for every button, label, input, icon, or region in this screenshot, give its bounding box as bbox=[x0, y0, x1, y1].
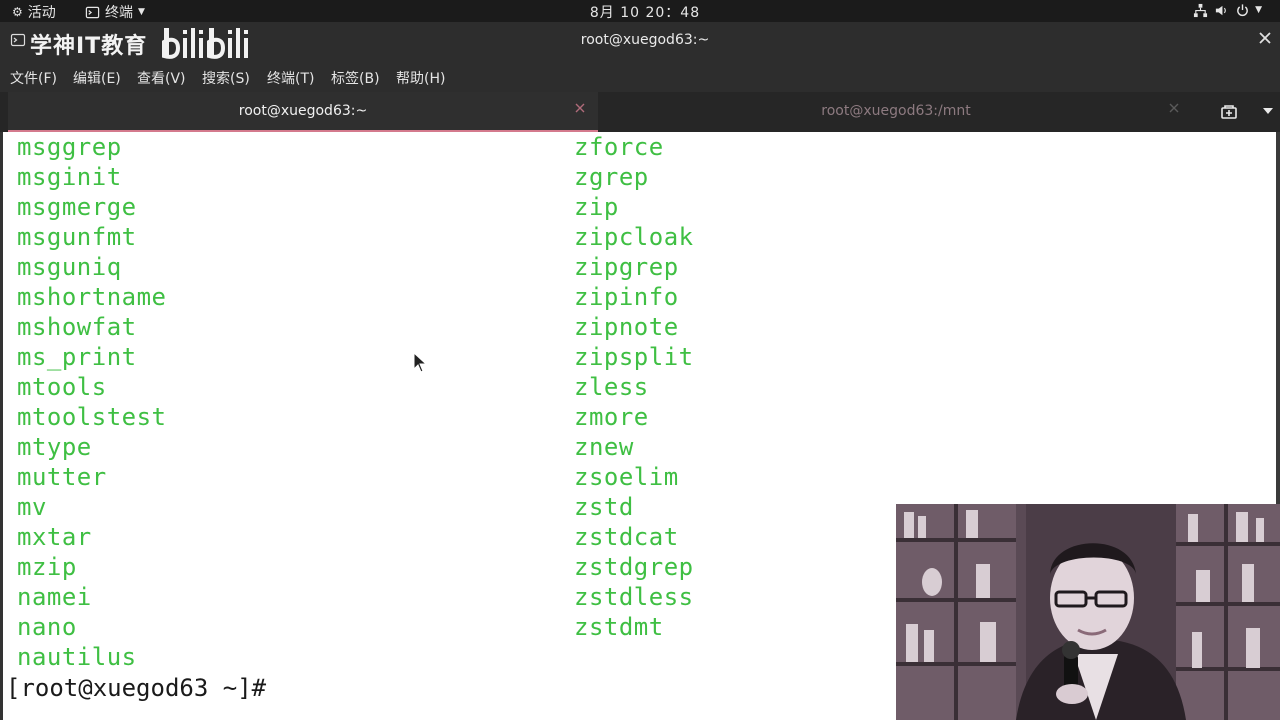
completion-item: zipnote bbox=[574, 313, 679, 341]
completion-item: mxtar bbox=[17, 523, 92, 551]
window-titlebar[interactable]: 学神IT教育 root@xuegod63:~ bbox=[0, 22, 1280, 62]
completion-item: nautilus bbox=[17, 643, 137, 671]
network-icon bbox=[1192, 2, 1208, 18]
completion-item: zstdcat bbox=[574, 523, 679, 551]
completion-item: zip bbox=[574, 193, 619, 221]
completion-item: mshowfat bbox=[17, 313, 137, 341]
presenter-webcam-overlay bbox=[896, 504, 1280, 720]
completion-item: zless bbox=[574, 373, 649, 401]
completion-item: ms_print bbox=[17, 343, 137, 371]
completion-item: zstd bbox=[574, 493, 634, 521]
menu-search[interactable]: 搜索(S) bbox=[202, 68, 250, 88]
completion-column-right: zforce zgrep zip zipcloak zipgrep zipinf… bbox=[574, 132, 694, 642]
completion-item: msguniq bbox=[17, 253, 122, 281]
tab-label: root@xuegod63:/mnt bbox=[821, 103, 971, 119]
completion-item: mv bbox=[17, 493, 47, 521]
new-tab-icon[interactable] bbox=[1218, 101, 1240, 123]
completion-item: znew bbox=[574, 433, 634, 461]
menu-help[interactable]: 帮助(H) bbox=[396, 68, 445, 88]
completion-item: mtype bbox=[17, 433, 92, 461]
chevron-down-icon: ▼ bbox=[1255, 5, 1262, 15]
menu-tabs[interactable]: 标签(B) bbox=[331, 68, 380, 88]
system-tray[interactable]: ▼ bbox=[1192, 2, 1262, 18]
completion-item: nano bbox=[17, 613, 77, 641]
tab-label: root@xuegod63:~ bbox=[238, 103, 368, 119]
completion-item: mutter bbox=[17, 463, 107, 491]
completion-item: mtools bbox=[17, 373, 107, 401]
volume-icon bbox=[1213, 2, 1229, 18]
mouse-pointer-icon bbox=[413, 352, 427, 373]
tab-mnt[interactable]: root@xuegod63:/mnt bbox=[600, 92, 1192, 130]
completion-item: msgunfmt bbox=[17, 223, 137, 251]
system-top-bar: ⚙ 活动 终端 ▼ 8月 10 20：48 ▼ bbox=[0, 0, 1280, 22]
power-icon bbox=[1234, 2, 1250, 18]
completion-item: mshortname bbox=[17, 283, 167, 311]
completion-item: zmore bbox=[574, 403, 649, 431]
close-window-icon[interactable] bbox=[1258, 31, 1272, 45]
completion-item: mtoolstest bbox=[17, 403, 167, 431]
clock[interactable]: 8月 10 20：48 bbox=[0, 2, 1280, 22]
close-tab-icon[interactable] bbox=[574, 102, 586, 114]
completion-item: mzip bbox=[17, 553, 77, 581]
tab-home[interactable]: root@xuegod63:~ bbox=[8, 92, 598, 132]
menu-edit[interactable]: 编辑(E) bbox=[73, 68, 121, 88]
completion-item: zgrep bbox=[574, 163, 649, 191]
completion-item: zsoelim bbox=[574, 463, 679, 491]
clock-label: 8月 10 20：48 bbox=[589, 5, 701, 21]
shell-prompt[interactable]: [root@xuegod63 ~]# bbox=[6, 673, 266, 703]
completion-item: msgmerge bbox=[17, 193, 137, 221]
close-tab-icon[interactable] bbox=[1168, 102, 1180, 114]
menu-file[interactable]: 文件(F) bbox=[10, 68, 57, 88]
presenter-video-image bbox=[896, 504, 1280, 720]
window-title: root@xuegod63:~ bbox=[580, 32, 710, 48]
menu-terminal[interactable]: 终端(T) bbox=[267, 68, 314, 88]
completion-item: zipcloak bbox=[574, 223, 694, 251]
completion-item: zforce bbox=[574, 133, 664, 161]
tab-strip: root@xuegod63:~ root@xuegod63:/mnt bbox=[0, 92, 1280, 132]
menu-bar: 文件(F) 编辑(E) 查看(V) 搜索(S) 终端(T) 标签(B) 帮助(H… bbox=[0, 62, 1280, 92]
completion-item: namei bbox=[17, 583, 92, 611]
completion-column-left: msggrep msginit msgmerge msgunfmt msguni… bbox=[17, 132, 167, 672]
completion-item: zipsplit bbox=[574, 343, 694, 371]
tab-list-chevron-icon[interactable] bbox=[1262, 106, 1274, 116]
completion-item: zstdless bbox=[574, 583, 694, 611]
completion-item: zipinfo bbox=[574, 283, 679, 311]
scrollbar[interactable] bbox=[1276, 132, 1280, 504]
menu-view[interactable]: 查看(V) bbox=[137, 68, 186, 88]
completion-item: zipgrep bbox=[574, 253, 679, 281]
completion-item: zstdgrep bbox=[574, 553, 694, 581]
completion-item: msggrep bbox=[17, 133, 122, 161]
completion-item: msginit bbox=[17, 163, 122, 191]
completion-item: zstdmt bbox=[574, 613, 664, 641]
